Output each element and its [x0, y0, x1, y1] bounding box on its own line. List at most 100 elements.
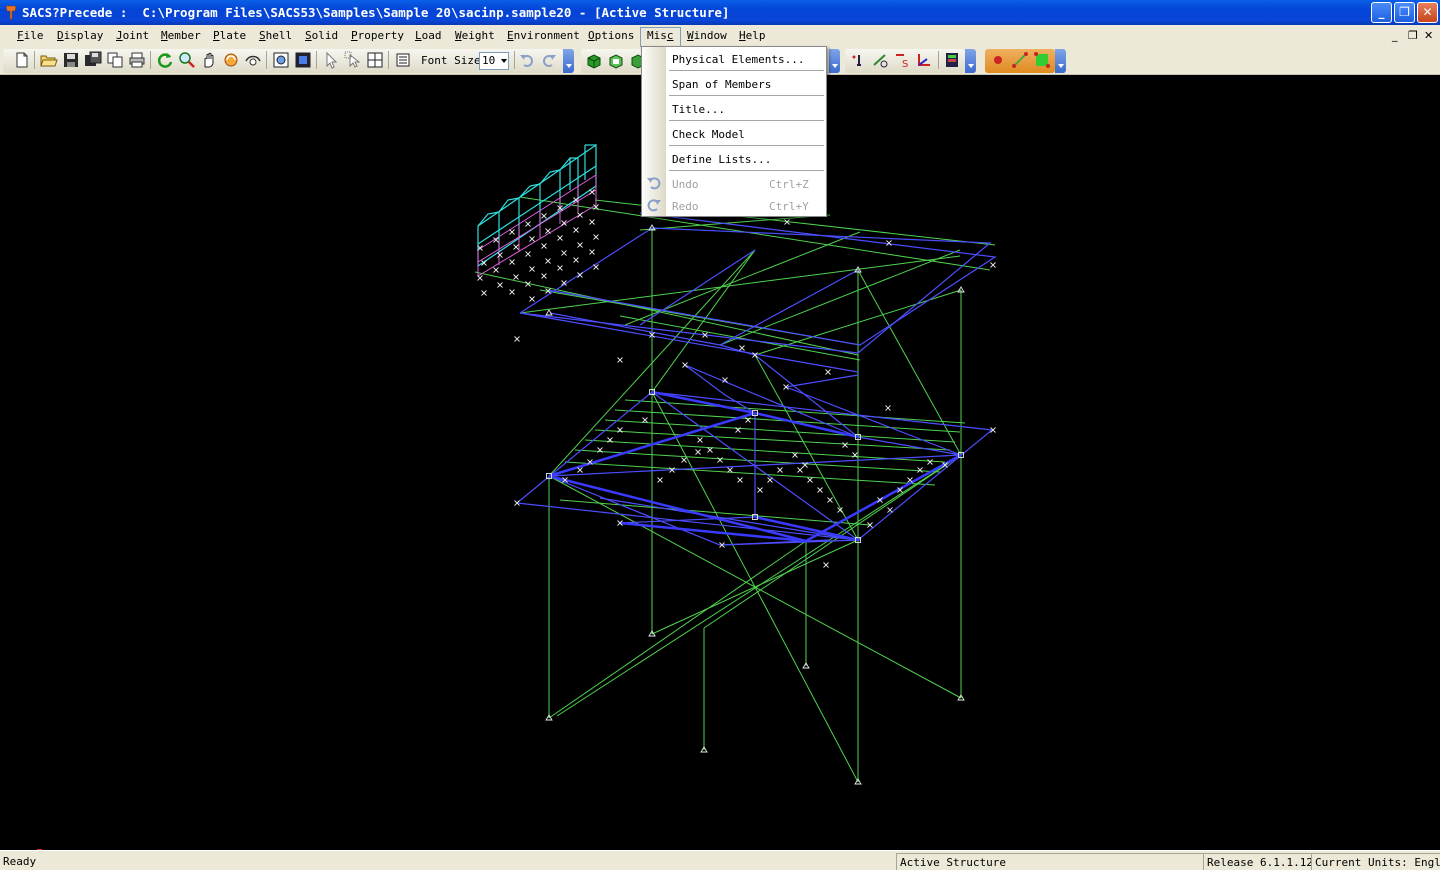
- joint-cross-mark[interactable]: [513, 274, 519, 280]
- title-bar[interactable]: SACS?Precede : C:\Program Files\SACS53\S…: [0, 0, 1440, 25]
- joint-cross-mark[interactable]: [541, 273, 547, 279]
- joint-cross-mark[interactable]: [886, 240, 892, 246]
- joint-cross-mark[interactable]: [545, 228, 551, 234]
- list-icon[interactable]: [394, 51, 412, 69]
- joint-cross-mark[interactable]: [593, 264, 599, 270]
- isometric-view-icon[interactable]: [607, 51, 625, 69]
- menu-options[interactable]: Options: [588, 29, 634, 42]
- joint-cross-mark[interactable]: [577, 467, 583, 473]
- view-icon[interactable]: [244, 51, 262, 69]
- joint-cross-mark[interactable]: [885, 405, 891, 411]
- joint-cross-mark[interactable]: [589, 249, 595, 255]
- joint-cross-mark[interactable]: [497, 282, 503, 288]
- menu-load[interactable]: Load: [415, 29, 442, 42]
- joint-cross-mark[interactable]: [573, 227, 579, 233]
- menu-plate[interactable]: Plate: [213, 29, 246, 42]
- menu-item-redo[interactable]: Redo: [672, 200, 699, 218]
- joint-cross-mark[interactable]: [541, 243, 547, 249]
- joint-cross-mark[interactable]: [825, 369, 831, 375]
- joint-cross-mark[interactable]: [827, 497, 833, 503]
- joint-cross-mark[interactable]: [737, 477, 743, 483]
- support-node-mark[interactable]: [545, 309, 553, 316]
- mdi-close-button[interactable]: ✕: [1424, 29, 1433, 42]
- joint-cross-mark[interactable]: [509, 229, 515, 235]
- joint-cross-mark[interactable]: [797, 467, 803, 473]
- refresh-icon[interactable]: [156, 51, 174, 69]
- joint-cross-mark[interactable]: [529, 296, 535, 302]
- menu-item-title[interactable]: Title...: [672, 103, 725, 121]
- joint-cross-mark[interactable]: [817, 487, 823, 493]
- section-label-icon[interactable]: S: [893, 51, 911, 69]
- joint-cross-mark[interactable]: [573, 257, 579, 263]
- copy-icon[interactable]: [106, 51, 124, 69]
- joint-cross-mark[interactable]: [529, 236, 535, 242]
- toolbar-overflow-button[interactable]: [563, 49, 574, 73]
- member-label-icon[interactable]: [871, 51, 889, 69]
- axis-label-icon[interactable]: [915, 51, 933, 69]
- joint-cross-mark[interactable]: [589, 219, 595, 225]
- app-icon[interactable]: [4, 5, 18, 20]
- close-button[interactable]: ✕: [1417, 2, 1438, 23]
- 3d-view-icon[interactable]: [585, 51, 603, 69]
- joint-cross-mark[interactable]: [529, 266, 535, 272]
- menu-shell[interactable]: Shell: [259, 29, 292, 42]
- draw-member-icon[interactable]: [1011, 51, 1029, 69]
- color-legend-icon[interactable]: [943, 51, 961, 69]
- menu-item-check-model[interactable]: Check Model: [672, 128, 745, 146]
- joint-cross-mark[interactable]: [642, 417, 648, 423]
- joint-cross-mark[interactable]: [617, 357, 623, 363]
- joint-cross-mark[interactable]: [887, 507, 893, 513]
- select-window-icon[interactable]: [344, 51, 362, 69]
- joint-cross-mark[interactable]: [561, 250, 567, 256]
- joint-cross-mark[interactable]: [682, 362, 688, 368]
- new-file-icon[interactable]: [13, 51, 31, 69]
- joint-cross-mark[interactable]: [917, 467, 923, 473]
- save-as-icon[interactable]: [84, 51, 102, 69]
- joint-cross-mark[interactable]: [545, 258, 551, 264]
- joint-cross-mark[interactable]: [525, 251, 531, 257]
- joint-cross-mark[interactable]: [589, 189, 595, 195]
- joint-cross-mark[interactable]: [695, 449, 701, 455]
- joint-cross-mark[interactable]: [707, 447, 713, 453]
- print-icon[interactable]: [128, 51, 146, 69]
- joint-cross-mark[interactable]: [557, 235, 563, 241]
- render-icon[interactable]: [294, 51, 312, 69]
- joint-cross-mark[interactable]: [907, 477, 913, 483]
- joint-cross-mark[interactable]: [497, 252, 503, 258]
- font-size-select[interactable]: 10: [479, 52, 509, 70]
- joint-cross-mark[interactable]: [541, 213, 547, 219]
- joint-cross-mark[interactable]: [727, 467, 733, 473]
- menu-help[interactable]: Help: [739, 29, 766, 42]
- joint-cross-mark[interactable]: [493, 267, 499, 273]
- draw-joint-icon[interactable]: [989, 51, 1007, 69]
- menu-file[interactable]: File: [17, 29, 44, 42]
- zoom-extents-icon[interactable]: [272, 51, 290, 69]
- open-folder-icon[interactable]: [40, 51, 58, 69]
- menu-weight[interactable]: Weight: [455, 29, 495, 42]
- menu-item-span-of-members[interactable]: Span of Members: [672, 78, 771, 96]
- joint-cross-mark[interactable]: [477, 275, 483, 281]
- pan-hand-icon[interactable]: [200, 51, 218, 69]
- joint-cross-mark[interactable]: [990, 262, 996, 268]
- mdi-minimize-button[interactable]: _: [1392, 29, 1398, 42]
- joint-cross-mark[interactable]: [807, 477, 813, 483]
- joint-cross-mark[interactable]: [509, 259, 515, 265]
- toolbar-overflow-button[interactable]: [965, 49, 976, 73]
- save-icon[interactable]: [62, 51, 80, 69]
- mdi-restore-button[interactable]: ❐: [1408, 29, 1418, 42]
- menu-misc[interactable]: Misc: [640, 27, 681, 47]
- menu-item-undo[interactable]: Undo: [672, 178, 699, 196]
- joint-cross-mark[interactable]: [767, 477, 773, 483]
- joint-cross-mark[interactable]: [509, 289, 515, 295]
- joint-cross-mark[interactable]: [593, 234, 599, 240]
- joint-cross-mark[interactable]: [513, 244, 519, 250]
- joint-cross-mark[interactable]: [525, 221, 531, 227]
- joint-cross-mark[interactable]: [739, 345, 745, 351]
- joint-cross-mark[interactable]: [557, 265, 563, 271]
- joint-cross-mark[interactable]: [927, 459, 933, 465]
- joint-label-icon[interactable]: [849, 51, 867, 69]
- menu-window[interactable]: Window: [687, 29, 727, 42]
- joint-cross-mark[interactable]: [657, 477, 663, 483]
- menu-item-define-lists[interactable]: Define Lists...: [672, 153, 771, 171]
- undo-icon[interactable]: [518, 51, 536, 69]
